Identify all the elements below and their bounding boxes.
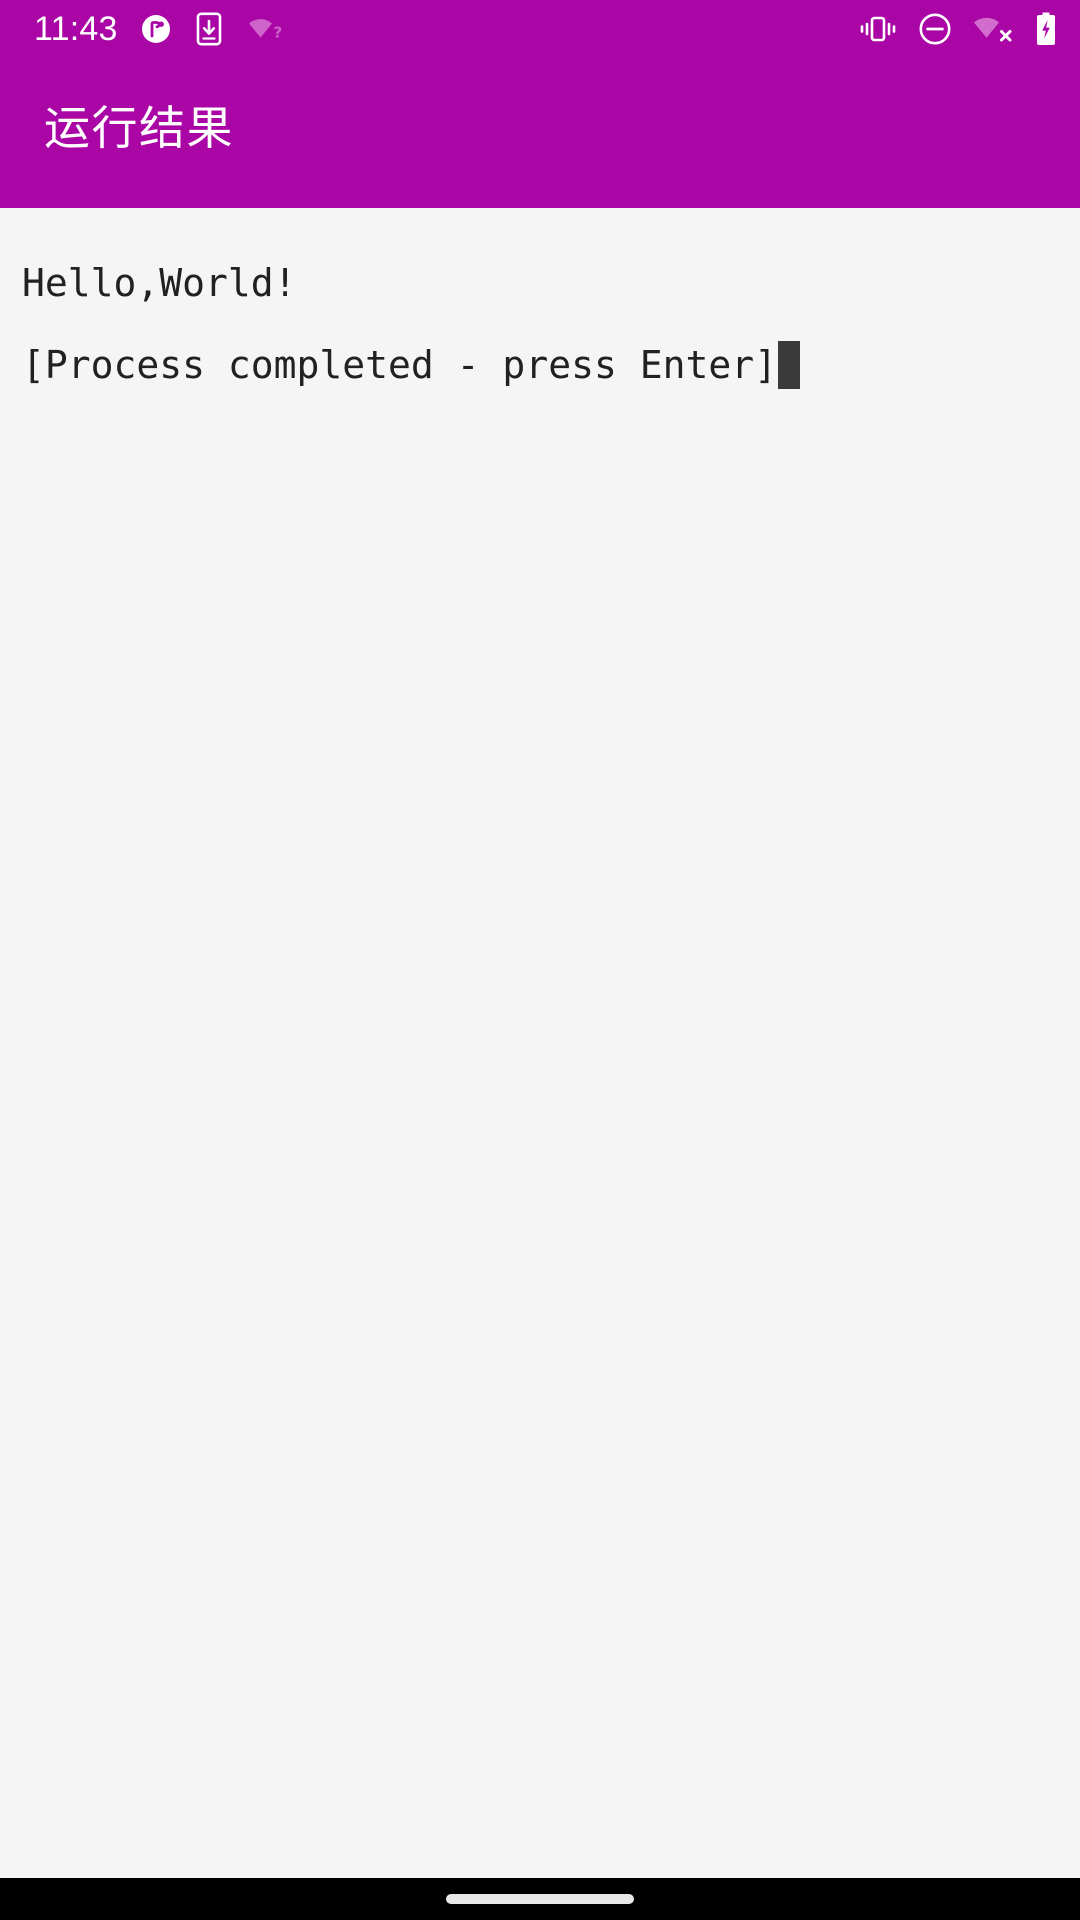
app-notification-icon bbox=[140, 13, 172, 45]
battery-charging-icon bbox=[1034, 11, 1058, 47]
app-bar: 运行结果 bbox=[0, 58, 1080, 208]
console-line: Hello,World! bbox=[22, 261, 297, 305]
do-not-disturb-icon bbox=[918, 12, 952, 46]
vibrate-icon bbox=[858, 14, 898, 44]
status-bar-left: 11:43 ? bbox=[34, 12, 286, 46]
page-title: 运行结果 bbox=[44, 100, 234, 155]
home-gesture-pill[interactable] bbox=[446, 1894, 634, 1904]
console-line-text: [Process completed - press Enter] bbox=[22, 343, 777, 387]
wifi-off-icon bbox=[972, 13, 1014, 45]
status-bar: 11:43 ? bbox=[0, 0, 1080, 58]
terminal-cursor bbox=[777, 341, 800, 389]
status-clock: 11:43 bbox=[34, 10, 118, 48]
console-line: [Process completed - press Enter] bbox=[22, 324, 1060, 406]
system-navigation-bar bbox=[0, 1878, 1080, 1920]
console-output[interactable]: Hello,World! [Process completed - press … bbox=[0, 208, 1080, 1878]
phone-screen: 11:43 ? 运行结果 Hello,World! [Process compl… bbox=[0, 0, 1080, 1920]
phone-download-icon bbox=[194, 12, 224, 46]
svg-text:?: ? bbox=[273, 24, 282, 42]
status-bar-right bbox=[858, 11, 1058, 47]
wifi-unknown-icon: ? bbox=[246, 13, 286, 45]
